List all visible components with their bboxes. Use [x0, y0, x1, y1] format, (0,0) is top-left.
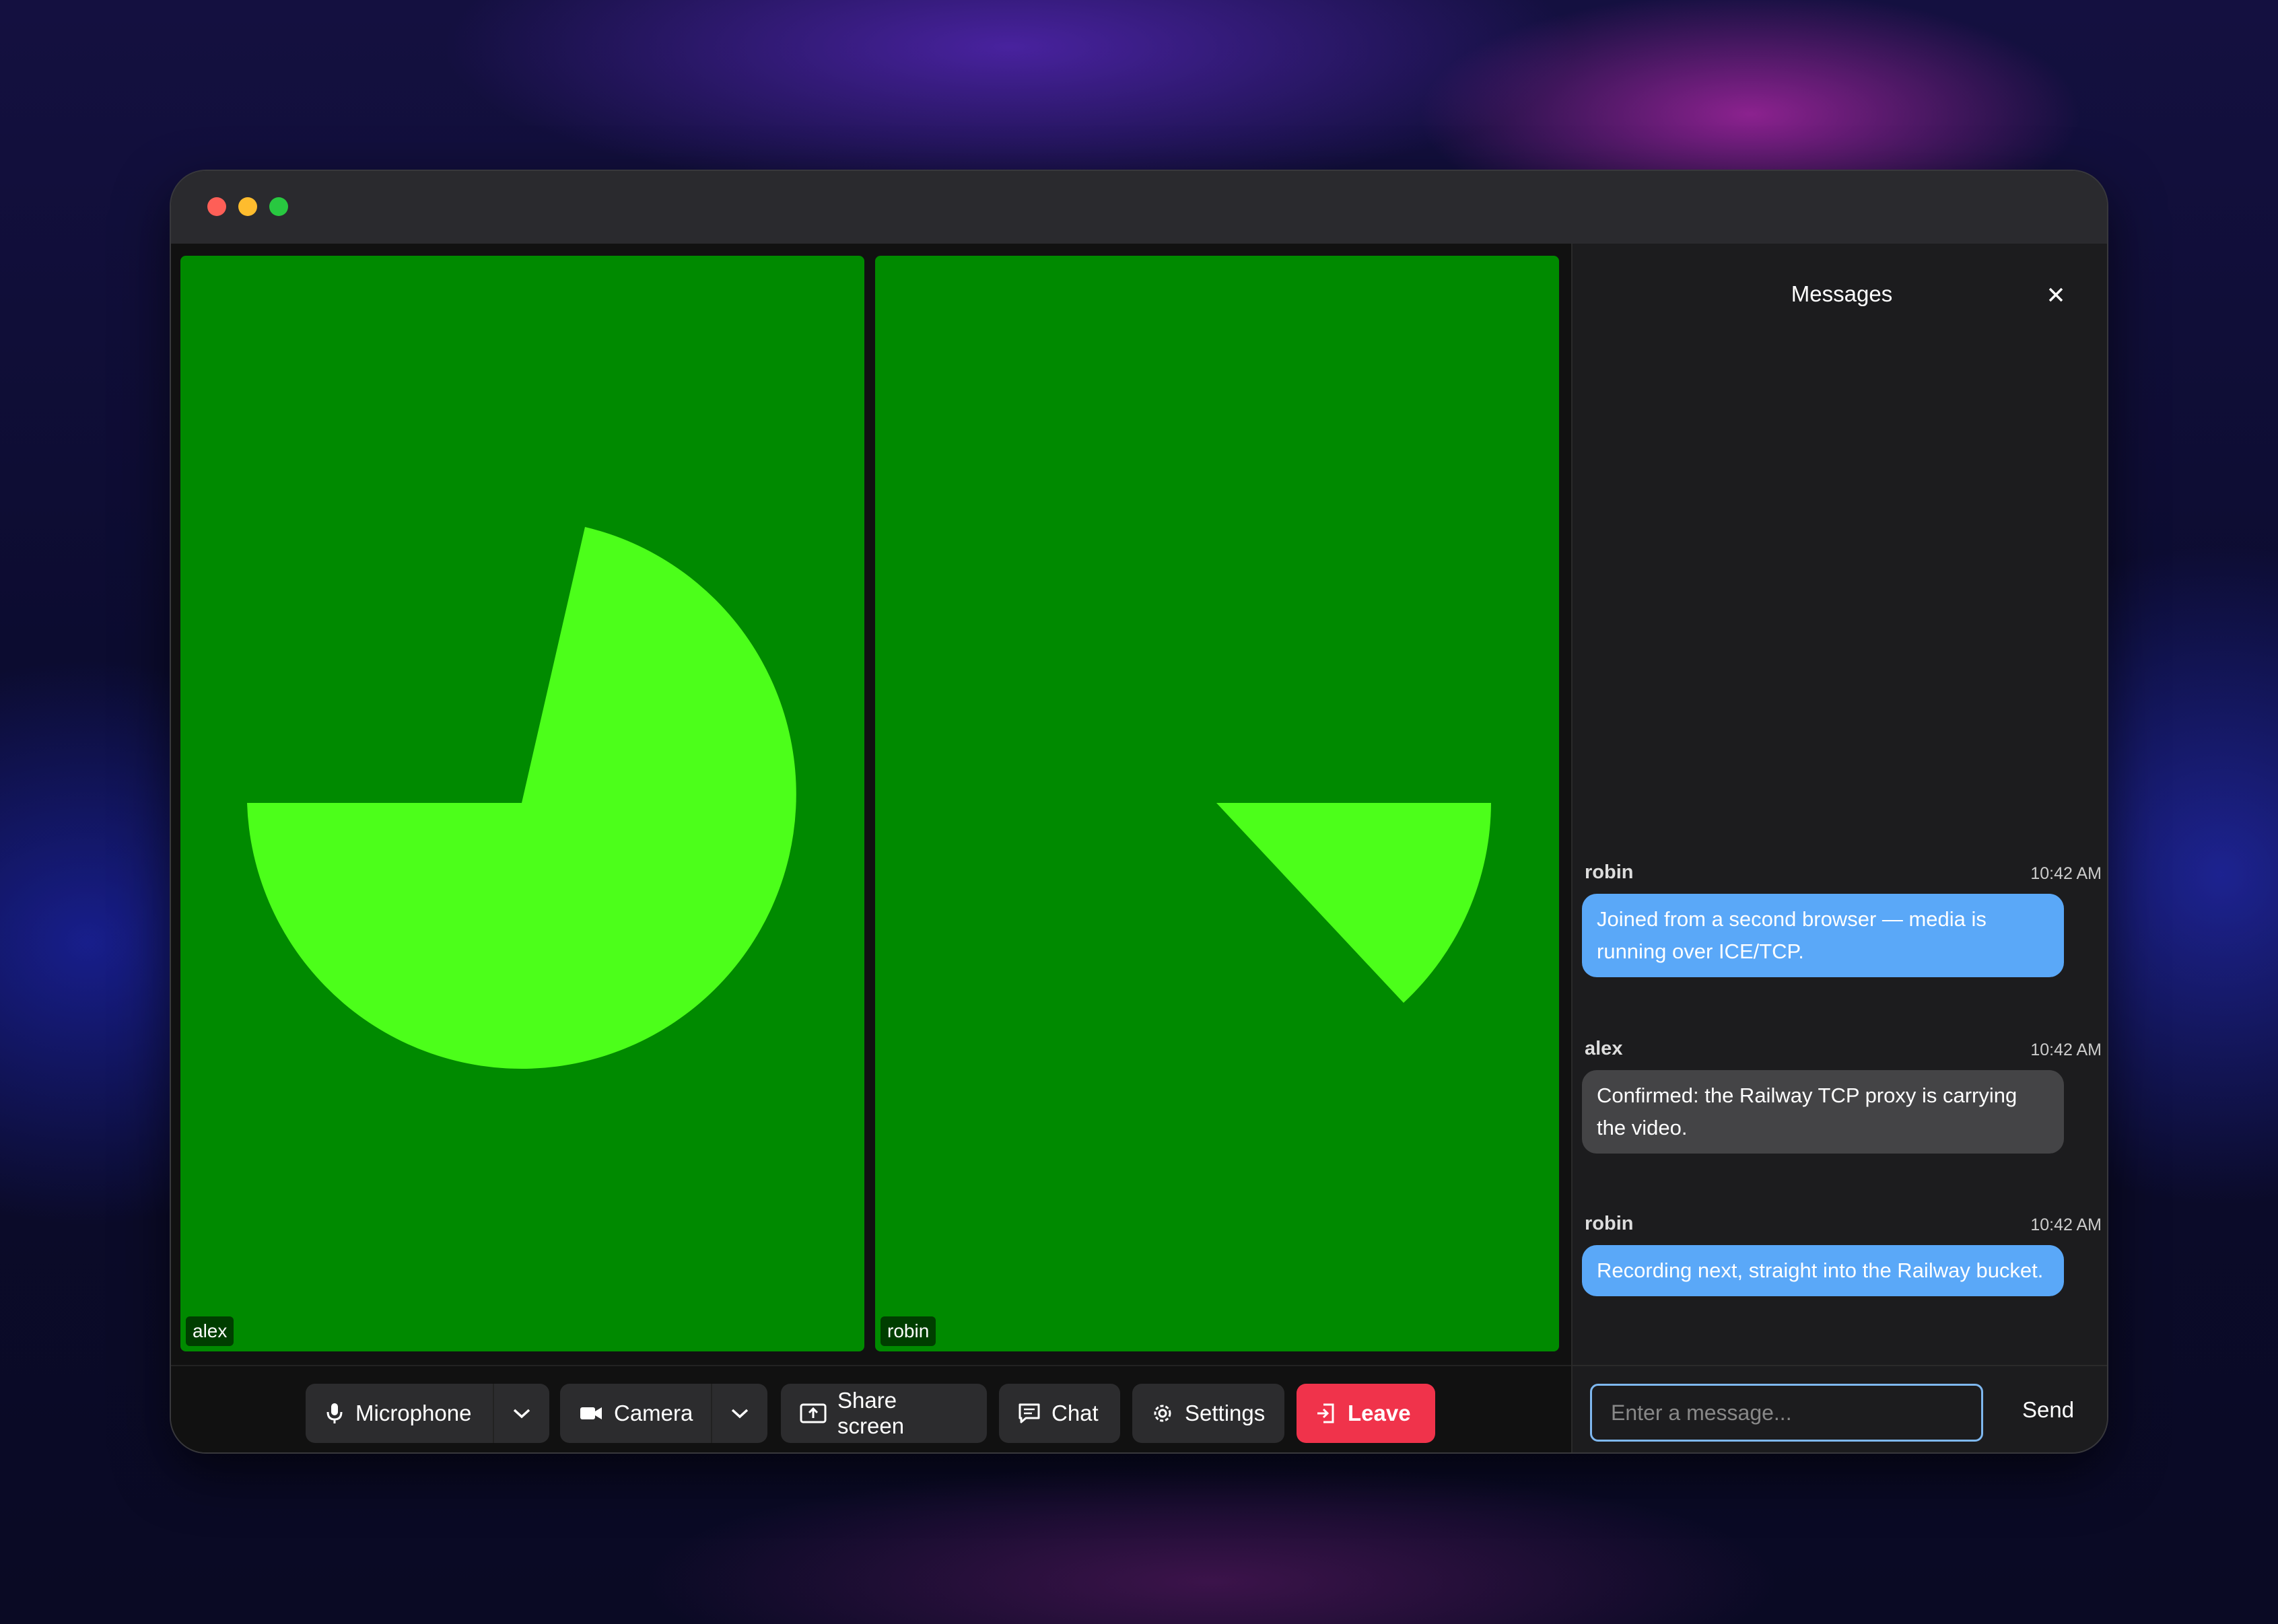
gear-icon [1154, 1405, 1171, 1422]
chat-message: robin 10:42 AM Joined from a second brow… [1582, 861, 2107, 977]
message-bubble: Joined from a second browser — media is … [1582, 894, 2064, 977]
control-bar: Microphone Camera Share screen Chat Sett… [171, 1365, 1571, 1452]
message-bubble: Confirmed: the Railway TCP proxy is carr… [1582, 1070, 2064, 1154]
leave-button[interactable]: Leave [1297, 1384, 1435, 1443]
participant-name-tag: robin [881, 1316, 936, 1346]
app-window: alex robin Microphone Camera Share scree… [170, 170, 2108, 1454]
leave-icon [1317, 1403, 1334, 1423]
microphone-icon [326, 1403, 343, 1423]
share-screen-icon [800, 1403, 827, 1423]
message-author: alex [1585, 1038, 1623, 1059]
participant-name-tag: alex [186, 1316, 234, 1346]
message-author: robin [1585, 861, 1634, 883]
minimize-window-button[interactable] [238, 197, 257, 216]
camera-options-button[interactable] [711, 1384, 767, 1443]
camera-icon [580, 1407, 602, 1419]
maximize-window-button[interactable] [269, 197, 288, 216]
chevron-down-icon [731, 1409, 749, 1419]
microphone-button[interactable]: Microphone [306, 1384, 549, 1443]
video-feed-alex [247, 527, 796, 1069]
chat-panel-title: Messages [1791, 281, 1893, 306]
message-author: robin [1585, 1213, 1634, 1234]
chat-panel: Messages robin 10:42 AM Joined from a se… [1571, 244, 2107, 1452]
camera-button[interactable]: Camera [560, 1384, 767, 1443]
video-feed-robin [1216, 803, 1491, 1003]
chevron-down-icon [513, 1409, 530, 1419]
video-tile-alex: alex [180, 256, 864, 1351]
microphone-options-button[interactable] [493, 1384, 549, 1443]
send-button[interactable]: Send [2022, 1397, 2074, 1423]
chat-button[interactable]: Chat [999, 1384, 1120, 1443]
title-bar [171, 171, 2107, 245]
video-tile-robin: robin [875, 256, 1559, 1351]
message-composer: Send [1573, 1365, 2107, 1452]
settings-button[interactable]: Settings [1132, 1384, 1284, 1443]
video-grid: alex robin [171, 244, 1571, 1452]
close-icon[interactable] [2042, 281, 2069, 308]
message-timestamp: 10:42 AM [2030, 1040, 2102, 1059]
message-bubble: Recording next, straight into the Railwa… [1582, 1245, 2064, 1296]
message-input[interactable] [1590, 1384, 1983, 1442]
chat-icon [1019, 1403, 1040, 1423]
message-timestamp: 10:42 AM [2030, 864, 2102, 883]
close-window-button[interactable] [207, 197, 226, 216]
chat-message: alex 10:42 AM Confirmed: the Railway TCP… [1582, 1038, 2107, 1154]
share-screen-button[interactable]: Share screen [781, 1384, 987, 1443]
message-timestamp: 10:42 AM [2030, 1215, 2102, 1234]
chat-message: robin 10:42 AM Recording next, straight … [1582, 1213, 2107, 1296]
